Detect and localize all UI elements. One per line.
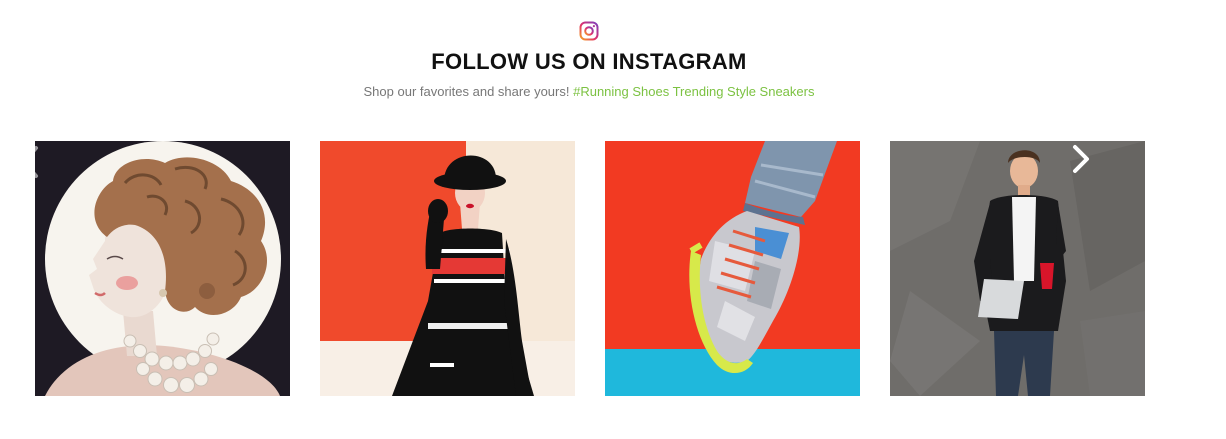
instagram-icon[interactable] (579, 21, 599, 41)
instagram-post-3[interactable] (605, 141, 860, 396)
chevron-left-icon[interactable] (16, 142, 46, 182)
chevron-right-icon[interactable] (1065, 139, 1095, 179)
man-with-laptop-photo (890, 141, 1145, 396)
silver-sneaker-photo (605, 141, 860, 396)
hashtag-link[interactable]: #Running Shoes Trending Style Sneakers (573, 84, 814, 99)
instagram-carousel (35, 141, 1145, 396)
black-hat-dress-photo (320, 141, 575, 396)
subtitle-text: Shop our favorites and share yours! (363, 84, 570, 99)
instagram-post-4[interactable] (890, 141, 1145, 396)
section-subtitle: Shop our favorites and share yours! #Run… (0, 84, 1178, 99)
instagram-post-1[interactable] (35, 141, 290, 396)
instagram-post-2[interactable] (320, 141, 575, 396)
curly-updo-portrait-photo (35, 141, 290, 396)
section-title: FOLLOW US ON INSTAGRAM (431, 49, 747, 74)
